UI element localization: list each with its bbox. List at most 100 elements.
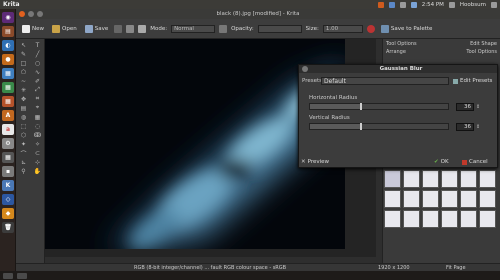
taskbar-item[interactable]: [17, 272, 27, 279]
dash-icon[interactable]: ◉: [2, 12, 14, 23]
magnetic-select-icon[interactable]: ⊂: [31, 149, 44, 157]
brush-preset[interactable]: [460, 210, 477, 228]
eraser-icon[interactable]: [219, 24, 228, 33]
select-tool-icon[interactable]: ↖: [17, 41, 30, 49]
user-icon[interactable]: [448, 1, 455, 8]
transform-tool-icon[interactable]: ⤢: [31, 86, 44, 94]
calc-icon[interactable]: ▦: [2, 82, 14, 93]
size-slider[interactable]: 1.00: [322, 24, 363, 33]
firefox-icon[interactable]: ●: [2, 54, 14, 65]
brush-preset-icon[interactable]: [114, 24, 123, 33]
vertical-link-icon[interactable]: ⇕: [476, 124, 480, 130]
files-icon[interactable]: ▤: [2, 26, 14, 37]
brush-preset[interactable]: [422, 190, 439, 208]
rectangle-tool-icon[interactable]: □: [17, 59, 30, 67]
cancel-button[interactable]: Cancel: [462, 158, 488, 166]
tool-options-tab[interactable]: Tool Options: [386, 41, 417, 47]
save-button[interactable]: Save: [83, 24, 111, 34]
pattern-icon[interactable]: [126, 24, 135, 33]
ellipse-select-icon[interactable]: ◌: [31, 122, 44, 130]
measure-tool-icon[interactable]: ⊾: [17, 158, 30, 166]
brush-preset[interactable]: [384, 190, 401, 208]
bezier-select-icon[interactable]: ⌒: [17, 149, 30, 158]
amazon-icon[interactable]: a: [2, 124, 14, 135]
brush-preset[interactable]: [479, 190, 496, 208]
vertical-radius-spinbox[interactable]: 36: [456, 123, 474, 131]
brush-preset[interactable]: [479, 210, 496, 228]
network-icon[interactable]: [388, 1, 395, 8]
volume-icon[interactable]: [410, 1, 417, 8]
browser-icon[interactable]: ◐: [2, 40, 14, 51]
vertical-slider-handle[interactable]: [359, 123, 362, 130]
taskbar-item[interactable]: [3, 272, 13, 279]
dyna-tool-icon[interactable]: ✐: [31, 77, 44, 85]
path-tool-icon[interactable]: ∿: [31, 68, 44, 76]
brush-preset[interactable]: [460, 170, 477, 188]
terminal-icon[interactable]: ▪: [2, 166, 14, 177]
fill-tool-icon[interactable]: ◍: [17, 113, 30, 121]
edit-presets-button[interactable]: Edit Presets: [453, 77, 492, 85]
ok-button[interactable]: ✔ OK: [434, 158, 449, 166]
brush-preset[interactable]: [384, 170, 401, 188]
preview-checkbox[interactable]: ✕ Preview: [301, 158, 329, 166]
save-to-palette-button[interactable]: Save to Palette: [379, 24, 435, 34]
text-tool-icon[interactable]: T: [31, 41, 44, 49]
horizontal-link-icon[interactable]: ⇕: [476, 104, 480, 110]
indicator-icon[interactable]: [377, 1, 384, 8]
writer-icon[interactable]: ▦: [2, 68, 14, 79]
mail-icon[interactable]: [399, 1, 406, 8]
similar-select-icon[interactable]: ✧: [31, 140, 44, 148]
app-icon[interactable]: ◇: [2, 194, 14, 205]
ellipse-tool-icon[interactable]: ○: [31, 59, 44, 67]
krita-icon[interactable]: K: [2, 180, 14, 191]
trash-icon[interactable]: 🗑: [2, 222, 14, 233]
brush-preset[interactable]: [479, 170, 496, 188]
power-icon[interactable]: [491, 1, 497, 8]
foreground-color-icon[interactable]: [366, 24, 375, 33]
crop-tool-icon[interactable]: ⌗: [31, 95, 44, 103]
freehand-path-icon[interactable]: ~: [17, 77, 30, 85]
color-picker-icon[interactable]: ⌖: [31, 104, 44, 112]
vertical-radius-slider[interactable]: [309, 123, 449, 130]
open-button[interactable]: Open: [50, 24, 79, 34]
user-name[interactable]: Hoobsum: [460, 2, 486, 8]
pattern-tool-icon[interactable]: ▦: [31, 113, 44, 121]
horizontal-radius-slider[interactable]: [309, 103, 449, 110]
assistant-tool-icon[interactable]: ⊹: [31, 158, 44, 166]
brush-preset[interactable]: [403, 170, 420, 188]
pan-tool-icon[interactable]: ✋: [31, 167, 44, 175]
brush-preset[interactable]: [403, 190, 420, 208]
presets-select[interactable]: Default: [321, 77, 449, 85]
brush-preset[interactable]: [441, 190, 458, 208]
software-center-icon[interactable]: A: [2, 110, 14, 121]
impress-icon[interactable]: ▦: [2, 96, 14, 107]
horizontal-slider-handle[interactable]: [359, 103, 362, 110]
settings-icon[interactable]: ⚙: [2, 138, 14, 149]
lasso-select-icon[interactable]: ↂ: [31, 131, 44, 139]
poly-select-icon[interactable]: ⬡: [17, 131, 30, 139]
clock[interactable]: 2:54 PM: [422, 2, 444, 8]
horizontal-radius-spinbox[interactable]: 36: [456, 103, 474, 111]
gradient-icon[interactable]: [138, 24, 147, 33]
blend-mode-select[interactable]: Normal: [171, 24, 216, 33]
new-button[interactable]: New: [20, 24, 46, 34]
move-tool-icon[interactable]: ✥: [17, 95, 30, 103]
rect-select-icon[interactable]: ⬚: [17, 122, 30, 130]
brush-preset[interactable]: [384, 210, 401, 228]
workspace-icon[interactable]: ▦: [2, 152, 14, 163]
brush-preset[interactable]: [422, 210, 439, 228]
brush-preset[interactable]: [422, 170, 439, 188]
zoom-tool-icon[interactable]: ⚲: [17, 167, 30, 175]
line-tool-icon[interactable]: ╱: [31, 50, 44, 58]
gradient-tool-icon[interactable]: ▤: [17, 104, 30, 112]
polygon-tool-icon[interactable]: ⬠: [17, 68, 30, 76]
brush-tool-icon[interactable]: ✎: [17, 50, 30, 58]
opacity-slider[interactable]: [257, 24, 302, 33]
brush-preset[interactable]: [460, 190, 477, 208]
brush-preset[interactable]: [441, 170, 458, 188]
brush-preset[interactable]: [441, 210, 458, 228]
multibrush-tool-icon[interactable]: ✳: [17, 86, 30, 94]
contiguous-select-icon[interactable]: ✦: [17, 140, 30, 148]
app-icon-2[interactable]: ◆: [2, 208, 14, 219]
brush-preset[interactable]: [403, 210, 420, 228]
